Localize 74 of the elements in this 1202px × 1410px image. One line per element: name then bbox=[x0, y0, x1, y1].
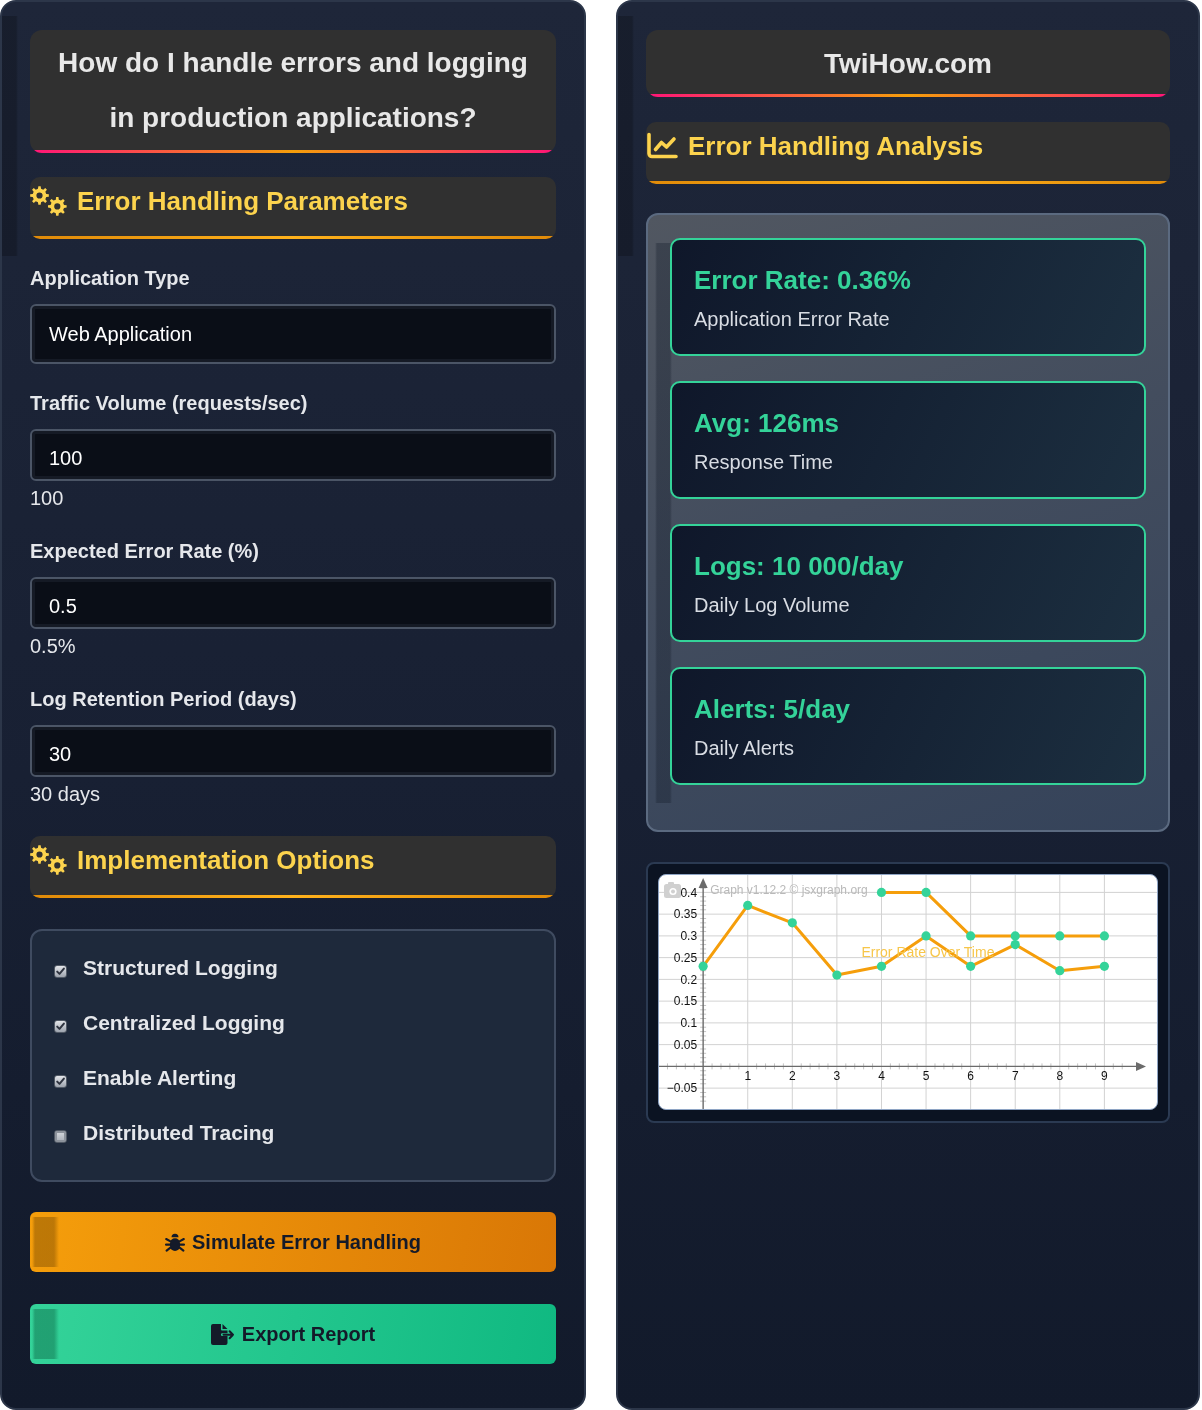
line-chart-icon bbox=[646, 132, 678, 160]
page-title: How do I handle errors and logging in production applications? bbox=[58, 47, 528, 133]
checkbox-label[interactable]: Enable Alerting bbox=[83, 1066, 237, 1090]
value-readout: 0.5% bbox=[30, 635, 76, 657]
data-point bbox=[832, 970, 842, 980]
value-readout: 100 bbox=[30, 487, 64, 509]
checkbox[interactable] bbox=[54, 1074, 67, 1088]
data-point bbox=[1010, 931, 1020, 941]
field-label: Log Retention Period (days) bbox=[30, 687, 298, 711]
document-arrow-icon bbox=[210, 1323, 235, 1345]
data-point bbox=[1099, 961, 1109, 971]
axis-tick-label: 3 bbox=[833, 1069, 841, 1084]
data-point bbox=[1099, 931, 1109, 941]
data-point bbox=[698, 961, 708, 971]
field-label: Expected Error Rate (%) bbox=[30, 539, 260, 563]
checkbox-label[interactable]: Structured Logging bbox=[83, 956, 278, 980]
number-input[interactable]: 0.5 bbox=[30, 577, 556, 629]
site-title: TwiHow.com bbox=[824, 48, 992, 79]
stat-label: Daily Alerts bbox=[694, 735, 795, 760]
axis-tick-label: 0.05 bbox=[673, 1037, 698, 1052]
axis-tick-label: 6 bbox=[967, 1069, 974, 1084]
axis-tick-label: 9 bbox=[1101, 1069, 1108, 1084]
axis-tick-label: 0.35 bbox=[673, 907, 698, 922]
data-point bbox=[966, 931, 976, 941]
checkbox-label[interactable]: Centralized Logging bbox=[83, 1011, 285, 1035]
stat-label: Daily Log Volume bbox=[694, 592, 850, 617]
stat-value: Alerts: 5/day bbox=[694, 692, 851, 725]
data-point bbox=[876, 887, 887, 897]
data-point bbox=[1010, 940, 1020, 950]
action-button[interactable]: Simulate Error Handling bbox=[30, 1212, 556, 1272]
action-button[interactable]: Export Report bbox=[30, 1304, 556, 1364]
axis-tick-label: 5 bbox=[922, 1069, 930, 1084]
select-field[interactable]: Web Application bbox=[30, 304, 556, 364]
gears-icon bbox=[30, 845, 67, 875]
gears-icon bbox=[30, 186, 67, 216]
data-point bbox=[1055, 931, 1065, 941]
axis-tick-label: −0.05 bbox=[666, 1081, 698, 1096]
bug-icon bbox=[165, 1232, 186, 1252]
axis-tick-label: 1 bbox=[744, 1069, 752, 1084]
data-point bbox=[876, 961, 887, 971]
field-label: Traffic Volume (requests/sec) bbox=[30, 391, 309, 415]
axis-tick-label: 0.15 bbox=[673, 994, 698, 1009]
data-point bbox=[921, 887, 931, 897]
data-point bbox=[743, 900, 753, 911]
field-label: Application Type bbox=[30, 266, 191, 290]
axis-tick-label: 7 bbox=[1011, 1069, 1019, 1084]
checkbox[interactable] bbox=[54, 1019, 67, 1033]
axis-tick-label: 0.3 bbox=[680, 929, 698, 944]
number-input[interactable]: 100 bbox=[30, 429, 556, 481]
checkbox[interactable] bbox=[54, 964, 67, 978]
checkbox[interactable] bbox=[54, 1129, 67, 1143]
section-title: Error Handling Parameters bbox=[77, 185, 408, 217]
axis-tick-label: 2 bbox=[788, 1069, 796, 1084]
axis-tick-label: 8 bbox=[1056, 1069, 1064, 1084]
data-point bbox=[966, 961, 976, 971]
axis-tick-label: 0.4 bbox=[680, 885, 698, 900]
data-point bbox=[921, 931, 931, 941]
axis-tick-label: 4 bbox=[878, 1069, 885, 1084]
stat-value: Logs: 10 000/day bbox=[694, 549, 904, 582]
section-title: Error Handling Analysis bbox=[688, 130, 984, 162]
axis-tick-label: 0.2 bbox=[680, 972, 698, 987]
credit-text: Graph v1.12.2 © jsxgraph.org bbox=[710, 883, 868, 897]
axis-tick-label: 0.1 bbox=[680, 1016, 698, 1031]
data-point bbox=[787, 918, 797, 928]
number-input[interactable]: 30 bbox=[30, 725, 556, 777]
stat-label: Response Time bbox=[694, 449, 833, 474]
data-point bbox=[1055, 966, 1065, 976]
axis-tick-label: 0.25 bbox=[673, 950, 698, 965]
checkbox-label[interactable]: Distributed Tracing bbox=[83, 1121, 275, 1145]
stat-label: Application Error Rate bbox=[694, 306, 890, 331]
stat-value: Error Rate: 0.36% bbox=[694, 263, 911, 296]
stat-value: Avg: 126ms bbox=[694, 406, 839, 439]
section-title: Implementation Options bbox=[77, 844, 375, 876]
value-readout: 30 days bbox=[30, 783, 101, 805]
